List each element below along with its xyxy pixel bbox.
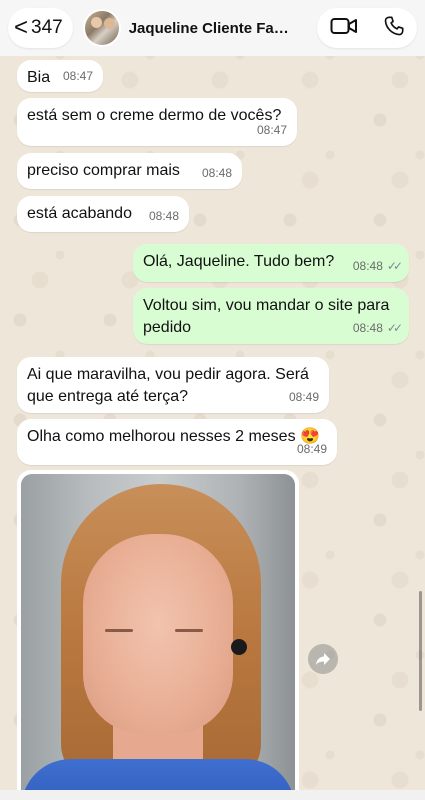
message-bubble[interactable]: Olá, Jaqueline. Tudo bem? 08:48 ✓✓ [133,244,409,282]
double-check-icon: ✓✓ [386,321,403,335]
message-bubble[interactable]: está sem o creme dermo de vocês? 08:47 [17,98,297,146]
video-camera-icon[interactable] [330,16,358,41]
message-bubble[interactable]: preciso comprar mais 08:48 [17,153,242,189]
message-time: 08:49 [288,390,319,404]
double-check-icon: ✓✓ [386,259,403,273]
message-bubble[interactable]: Voltou sim, vou mandar o site para pedid… [133,288,409,344]
avatar[interactable] [82,9,121,47]
phone-icon[interactable] [383,15,405,42]
call-actions [317,8,417,48]
message-text: está acabando [27,205,132,222]
message-time: 08:48 [148,209,179,223]
chevron-left-icon: < [14,14,29,41]
message-text: Olha como melhorou nesses 2 meses 😍 [27,428,320,445]
photo-message[interactable] [17,470,299,800]
message-text-line: Voltou sim, vou mandar o site para [143,297,390,314]
photo-eye [105,629,133,632]
message-time: 08:48 [201,166,232,180]
message-bubble[interactable]: está acabando 08:48 [17,196,189,232]
message-text: Bia [27,69,51,86]
photo-eye [175,629,203,632]
scrollbar[interactable] [419,591,422,711]
forward-icon[interactable] [308,644,338,674]
message-time: 08:49 [296,442,327,456]
message-text-line: Ai que maravilha, vou pedir agora. Será [27,366,309,383]
bottom-bar [0,790,425,800]
message-text-line: que entrega até terça? [27,388,189,405]
message-text: preciso comprar mais [27,162,180,179]
message-time: 08:48 ✓✓ [352,259,403,273]
message-bubble[interactable]: Bia 08:47 [17,60,103,92]
message-text: está sem o creme dermo de vocês? [27,107,282,124]
message-list[interactable]: Bia 08:47 está sem o creme dermo de você… [0,56,425,800]
message-text: Olá, Jaqueline. Tudo bem? [143,253,335,270]
contact-name[interactable]: Jaqueline Cliente Farm... [129,20,294,37]
photo-earbud [231,639,247,655]
unread-count: 347 [31,17,63,38]
message-time: 08:47 [62,69,93,83]
message-time: 08:47 [256,123,287,137]
message-bubble[interactable]: Ai que maravilha, vou pedir agora. Será … [17,357,329,413]
chat-header: < 347 Jaqueline Cliente Farm... [0,0,425,56]
face-photo[interactable] [21,474,295,800]
message-bubble[interactable]: Olha como melhorou nesses 2 meses 😍 08:4… [17,419,337,465]
back-button[interactable]: < 347 [8,8,73,48]
photo-face [83,534,233,734]
message-time: 08:48 ✓✓ [352,321,403,335]
